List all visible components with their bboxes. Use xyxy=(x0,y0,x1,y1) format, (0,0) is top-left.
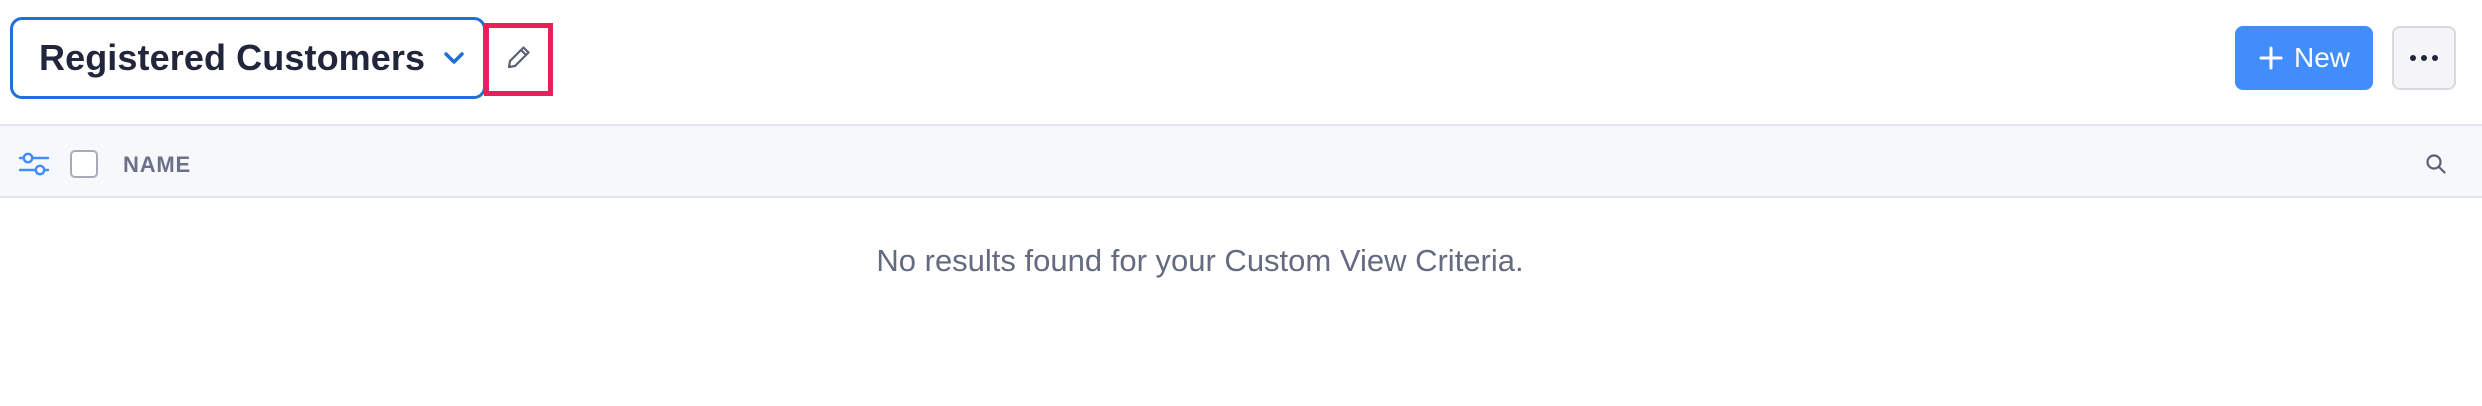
table-header-row: NAME xyxy=(0,124,2482,198)
view-title: Registered Customers xyxy=(39,37,426,78)
empty-state-message: No results found for your Custom View Cr… xyxy=(876,243,1524,278)
edit-view-button[interactable] xyxy=(484,23,553,96)
chevron-down-icon xyxy=(441,45,467,71)
column-header-name[interactable]: NAME xyxy=(123,152,191,178)
ellipsis-icon xyxy=(2409,49,2439,67)
new-customer-button[interactable]: New xyxy=(2235,26,2373,90)
more-options-button[interactable] xyxy=(2392,26,2456,90)
sliders-icon[interactable] xyxy=(18,150,50,178)
plus-icon xyxy=(2258,45,2284,71)
select-all-checkbox[interactable] xyxy=(70,150,98,178)
search-icon[interactable] xyxy=(2425,153,2447,175)
list-header: Registered Customers New xyxy=(0,0,2482,124)
pencil-icon xyxy=(505,43,533,76)
custom-view-dropdown[interactable]: Registered Customers xyxy=(10,17,486,99)
new-button-label: New xyxy=(2293,42,2350,73)
customers-list-page: Registered Customers New NAME No results… xyxy=(0,0,2482,406)
